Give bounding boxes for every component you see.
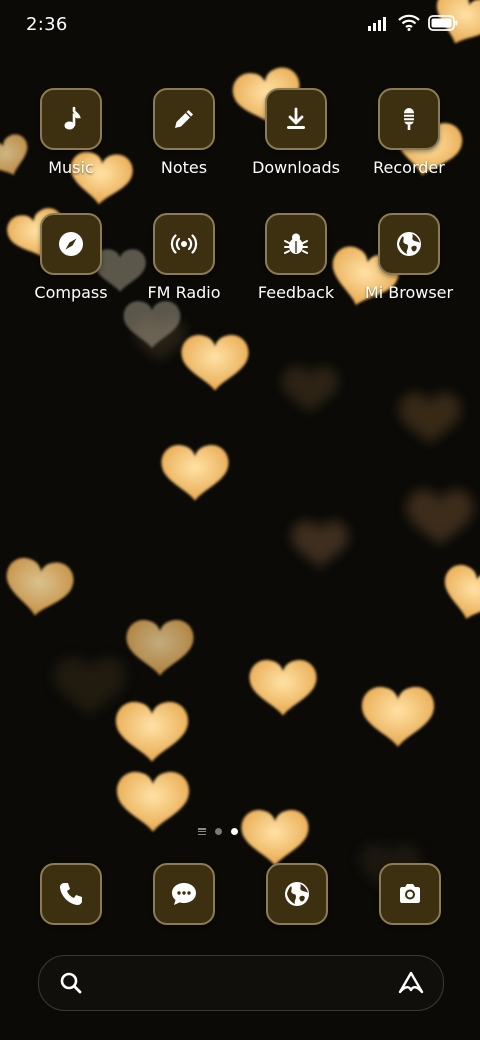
globe-icon bbox=[285, 882, 309, 906]
page-indicator[interactable] bbox=[198, 828, 238, 835]
compass-icon bbox=[59, 232, 83, 256]
app-tile[interactable] bbox=[378, 88, 440, 150]
app-compass[interactable]: Compass bbox=[15, 213, 127, 333]
dock-camera[interactable] bbox=[379, 863, 441, 925]
dock-tile[interactable] bbox=[379, 863, 441, 925]
app-label: Feedback bbox=[257, 283, 335, 302]
app-feedback[interactable]: Feedback bbox=[240, 213, 352, 333]
app-label: Music bbox=[48, 158, 94, 177]
dock-phone[interactable] bbox=[40, 863, 102, 925]
dock-messaging[interactable] bbox=[153, 863, 215, 925]
status-icons bbox=[368, 14, 458, 31]
battery-icon bbox=[428, 14, 458, 31]
app-recorder[interactable]: Recorder bbox=[353, 88, 465, 208]
app-mi-browser[interactable]: Mi Browser bbox=[353, 213, 465, 333]
app-label: Mi Browser bbox=[364, 283, 454, 302]
app-downloads[interactable]: Downloads bbox=[240, 88, 352, 208]
radio-icon bbox=[170, 234, 198, 254]
search-icon[interactable] bbox=[59, 971, 83, 995]
dock-tile[interactable] bbox=[266, 863, 328, 925]
dock-browser[interactable] bbox=[266, 863, 328, 925]
dock-tile[interactable] bbox=[40, 863, 102, 925]
phone-icon bbox=[60, 883, 82, 905]
app-label: Compass bbox=[34, 283, 108, 302]
app-tile[interactable] bbox=[153, 88, 215, 150]
chat-bubble-icon bbox=[172, 883, 196, 905]
app-tile[interactable] bbox=[265, 88, 327, 150]
app-music[interactable]: Music bbox=[15, 88, 127, 208]
status-time: 2:36 bbox=[26, 14, 68, 35]
assistant-icon[interactable] bbox=[397, 970, 425, 996]
search-bar[interactable] bbox=[38, 955, 444, 1011]
minus-one-screen-indicator-icon bbox=[198, 828, 206, 835]
signal-icon bbox=[368, 16, 386, 31]
page-dot bbox=[215, 828, 222, 835]
app-label: FM Radio bbox=[147, 283, 221, 302]
page-dot-active bbox=[231, 828, 238, 835]
music-note-icon bbox=[64, 106, 81, 130]
dock-tile[interactable] bbox=[153, 863, 215, 925]
download-icon bbox=[287, 107, 305, 129]
app-tile[interactable] bbox=[378, 213, 440, 275]
app-tile[interactable] bbox=[40, 88, 102, 150]
camera-icon bbox=[400, 884, 420, 903]
app-label: Recorder bbox=[373, 158, 445, 177]
app-tile[interactable] bbox=[40, 213, 102, 275]
app-label: Notes bbox=[160, 158, 208, 177]
app-tile[interactable] bbox=[265, 213, 327, 275]
microphone-icon bbox=[404, 108, 414, 130]
wifi-icon bbox=[398, 14, 420, 31]
app-tile[interactable] bbox=[153, 213, 215, 275]
app-notes[interactable]: Notes bbox=[128, 88, 240, 208]
status-bar: 2:36 bbox=[0, 0, 480, 52]
pencil-icon bbox=[175, 110, 193, 128]
globe-icon bbox=[397, 232, 421, 256]
app-fm-radio[interactable]: FM Radio bbox=[128, 213, 240, 333]
app-label: Downloads bbox=[252, 158, 340, 177]
bug-icon bbox=[284, 233, 308, 254]
